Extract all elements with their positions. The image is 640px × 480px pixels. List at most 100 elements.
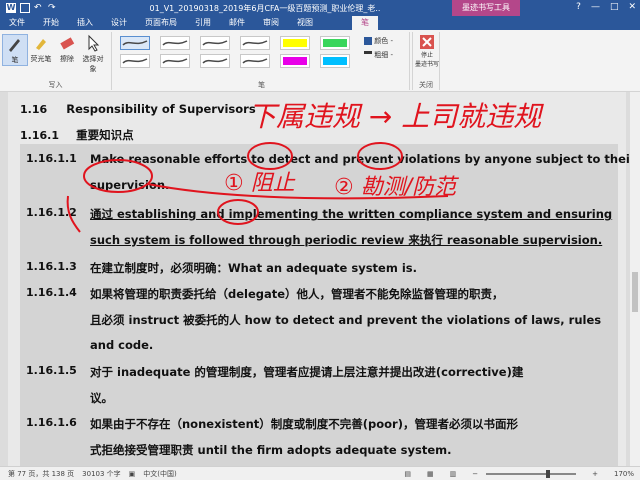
ribbon-tabs: 文件 开始 插入 设计 页面布局 引用 邮件 审阅 视图 笔	[0, 16, 640, 30]
write-group: 笔 荧光笔 擦除 选择对象 写入	[0, 32, 112, 90]
language-indicator[interactable]: 中文(中国)	[143, 469, 176, 479]
thickness-icon	[364, 51, 372, 59]
proofing-icon[interactable]: ▣	[129, 470, 136, 478]
pen-swatch-icon	[202, 58, 228, 64]
window-controls: ? — □ ✕	[576, 2, 636, 12]
pen-swatch-icon	[242, 40, 268, 46]
tab-pens[interactable]: 笔	[352, 16, 378, 30]
zoom-out-icon[interactable]: −	[472, 470, 478, 478]
pen-style-swatch[interactable]	[240, 36, 270, 50]
web-layout-icon[interactable]: ▥	[450, 470, 457, 478]
pens-group-label: 笔	[258, 81, 265, 89]
pen-swatch-icon	[122, 58, 148, 64]
item-number: 1.16.1.5	[26, 364, 77, 377]
zoom-slider-thumb[interactable]	[546, 469, 551, 478]
ink-tools-context-tab: 墨迹书写工具	[452, 0, 520, 16]
pen-swatch-icon	[283, 57, 307, 65]
quick-access-toolbar: W ↶ ↷	[0, 3, 58, 13]
tab-layout[interactable]: 页面布局	[136, 16, 186, 30]
pen-style-swatch[interactable]	[120, 36, 150, 50]
pen-swatch-icon	[283, 39, 307, 47]
tab-references[interactable]: 引用	[186, 16, 220, 30]
maximize-icon[interactable]: □	[610, 2, 619, 12]
stop-inking-label: 停止 墨迹书写	[415, 52, 440, 68]
tab-home[interactable]: 开始	[34, 16, 68, 30]
document-area[interactable]: 1.16 Responsibility of Supervisors 1.16.…	[0, 92, 640, 466]
write-group-label: 写入	[48, 81, 63, 89]
pen-color-dropdown[interactable]: 颜色 -	[364, 36, 393, 46]
cursor-icon	[88, 34, 100, 52]
pen-swatch-icon	[202, 40, 228, 46]
item-number: 1.16.1.3	[26, 260, 77, 273]
vertical-scrollbar[interactable]	[630, 92, 640, 466]
pen-tool[interactable]: 笔	[2, 34, 28, 66]
pen-style-swatch[interactable]	[160, 36, 190, 50]
close-icon[interactable]: ✕	[628, 2, 636, 12]
pen-style-swatch[interactable]	[320, 36, 350, 50]
tab-file[interactable]: 文件	[0, 16, 34, 30]
title-bar: W ↶ ↷ 01_V1_20190318_2019年6月CFA一级百题预测_职业…	[0, 0, 640, 16]
zoom-slider[interactable]	[486, 469, 577, 478]
minimize-icon[interactable]: —	[591, 2, 600, 12]
pen-style-swatch[interactable]	[320, 54, 350, 68]
pen-style-swatch[interactable]	[280, 36, 310, 50]
item-number: 1.16.1.4	[26, 286, 77, 299]
word-count[interactable]: 30103 个字	[82, 469, 121, 479]
save-icon[interactable]	[20, 3, 30, 13]
tab-mailings[interactable]: 邮件	[220, 16, 254, 30]
pen-thickness-dropdown[interactable]: 粗细 -	[364, 50, 393, 60]
pen-icon	[9, 39, 20, 52]
status-bar: 第 77 页，共 138 页 30103 个字 ▣ 中文(中国) ▤ ▦ ▥ −…	[0, 466, 640, 480]
item-number: 1.16.1.1	[26, 152, 77, 165]
pen-style-swatch[interactable]	[160, 54, 190, 68]
close-group: 停止 墨迹书写 关闭	[412, 32, 440, 90]
section-heading: 1.16 Responsibility of Supervisors	[20, 102, 256, 116]
zoom-in-icon[interactable]: +	[592, 470, 598, 478]
color-swatch-icon	[364, 37, 372, 45]
pen-swatch-icon	[323, 57, 347, 65]
redo-icon[interactable]: ↷	[48, 3, 58, 13]
pen-style-swatch[interactable]	[200, 36, 230, 50]
item-text-line: 式拒绝接受管理职责 until the firm adopts adequate…	[90, 443, 452, 457]
stop-ink-icon	[420, 35, 434, 49]
read-mode-icon[interactable]: ▤	[404, 470, 411, 478]
highlighter-icon	[36, 39, 46, 50]
scrollbar-thumb[interactable]	[632, 272, 638, 312]
ribbon: 笔 荧光笔 擦除 选择对象 写入 笔 颜色 - 粗细 - 停止 墨迹书写 关闭	[0, 30, 640, 92]
pen-swatch-icon	[242, 58, 268, 64]
eraser-tool[interactable]: 擦除	[54, 34, 80, 64]
item-text-line: and code.	[90, 338, 154, 352]
item-text-line: such system is followed through periodic…	[90, 233, 603, 247]
tab-insert[interactable]: 插入	[68, 16, 102, 30]
print-layout-icon[interactable]: ▦	[427, 470, 434, 478]
pen-style-swatch[interactable]	[120, 54, 150, 68]
pen-swatch-icon	[162, 40, 188, 46]
item-text-line: 如果将管理的职责委托给（delegate）他人，管理者不能免除监督管理的职责，	[90, 287, 504, 301]
subsection-heading: 1.16.1 重要知识点	[20, 128, 134, 142]
pen-style-swatch[interactable]	[200, 54, 230, 68]
undo-icon[interactable]: ↶	[34, 3, 44, 13]
help-icon[interactable]: ?	[576, 2, 581, 12]
pen-style-swatch[interactable]	[280, 54, 310, 68]
document-page[interactable]: 1.16 Responsibility of Supervisors 1.16.…	[8, 92, 636, 466]
pen-swatch-icon	[122, 40, 148, 46]
highlighter-tool[interactable]: 荧光笔	[28, 34, 54, 64]
stop-inking-button[interactable]: 停止 墨迹书写	[415, 34, 439, 68]
item-text-line: 通过 establishing and implementing the wri…	[90, 207, 613, 221]
status-right: ▤ ▦ ▥ − + 170%	[396, 469, 634, 478]
pen-style-swatch[interactable]	[240, 54, 270, 68]
zoom-level[interactable]: 170%	[614, 470, 634, 478]
item-text-line: Make reasonable efforts to detect and pr…	[90, 152, 636, 166]
item-text-line: 如果由于不存在（nonexistent）制度或制度不完善(poor)，管理者必须…	[90, 417, 518, 431]
item-number: 1.16.1.2	[26, 206, 77, 219]
tab-design[interactable]: 设计	[102, 16, 136, 30]
tab-view[interactable]: 视图	[288, 16, 322, 30]
page-count[interactable]: 第 77 页，共 138 页	[8, 469, 74, 479]
tab-review[interactable]: 审阅	[254, 16, 288, 30]
select-objects-tool[interactable]: 选择对象	[80, 34, 106, 74]
document-title: 01_V1_20190318_2019年6月CFA一级百题预测_职业伦理_老..	[149, 3, 381, 13]
pen-swatch-icon	[323, 39, 347, 47]
item-text-line: 议。	[90, 391, 113, 405]
eraser-icon	[60, 37, 75, 50]
close-group-label: 关闭	[419, 81, 433, 89]
